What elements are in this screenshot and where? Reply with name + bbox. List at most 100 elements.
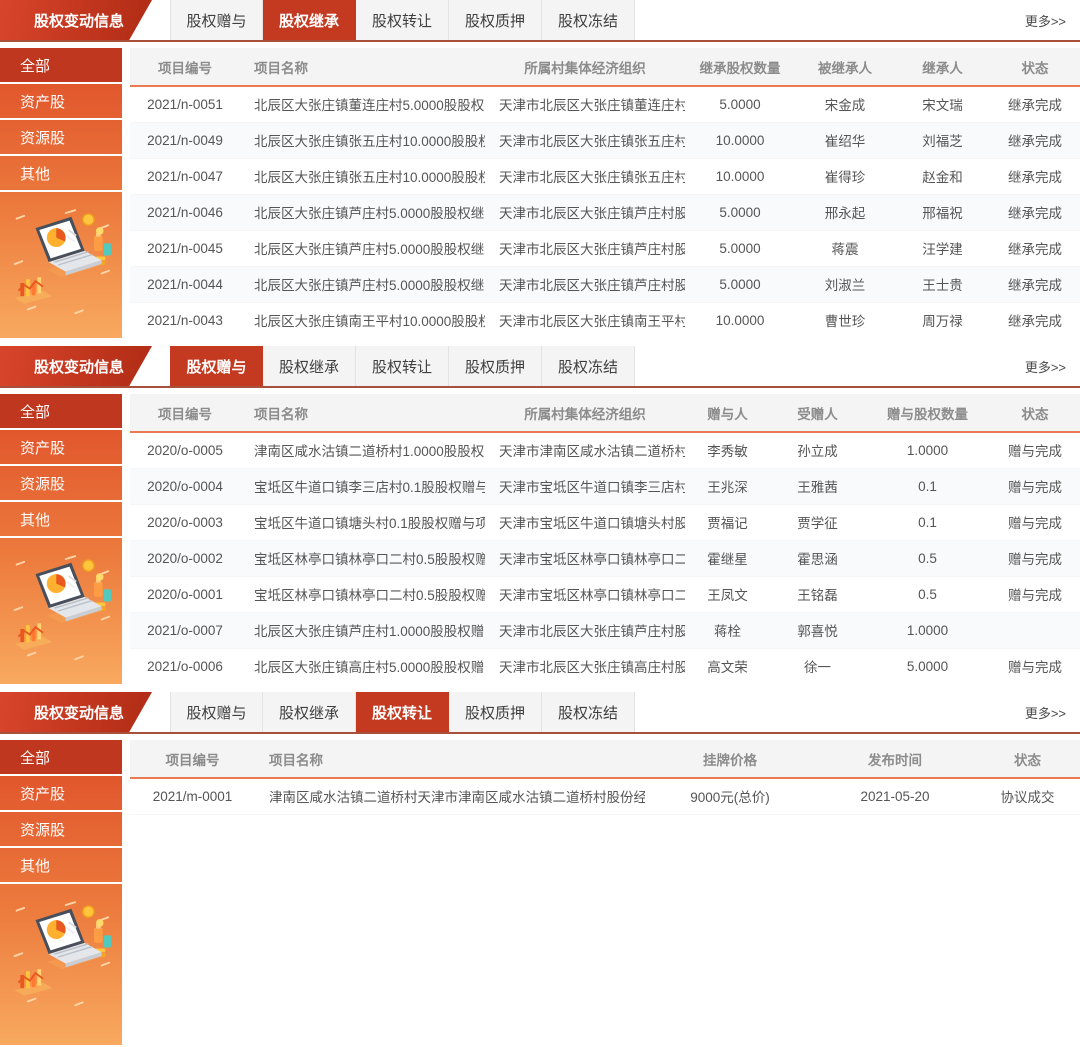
table-row[interactable]: 2021/n-0049北辰区大张庄镇张五庄村10.0000股股权继...天津市北… <box>130 122 1080 158</box>
tab-freeze[interactable]: 股权冻结 <box>542 692 635 732</box>
table-cell: 赠与完成 <box>990 576 1080 612</box>
table-cell: 汪学建 <box>895 230 990 266</box>
table-cell: 徐一 <box>770 648 865 684</box>
table-cell <box>990 612 1080 648</box>
table-row[interactable]: 2021/n-0047北辰区大张庄镇张五庄村10.0000股股权继...天津市北… <box>130 158 1080 194</box>
tab-inherit[interactable]: 股权继承 <box>263 0 356 40</box>
table-cell: 邢永起 <box>795 194 895 230</box>
column-header: 赠与股权数量 <box>865 394 990 432</box>
equity-change-section-transfer: 股权变动信息 股权赠与股权继承股权转让股权质押股权冻结 更多>> 全部资产股资源… <box>0 692 1080 1045</box>
table-row[interactable]: 2021/o-0006北辰区大张庄镇高庄村5.0000股股权赠与...天津市北辰… <box>130 648 1080 684</box>
table-row[interactable]: 2021/n-0046北辰区大张庄镇芦庄村5.0000股股权继承...天津市北辰… <box>130 194 1080 230</box>
column-header: 项目编号 <box>130 394 240 432</box>
tab-transfer[interactable]: 股权转让 <box>356 346 449 386</box>
table-cell: 王铭磊 <box>770 576 865 612</box>
table-cell: 0.1 <box>865 504 990 540</box>
table-cell: 北辰区大张庄镇董连庄村5.0000股股权继... <box>240 86 485 122</box>
sidebar-item-all[interactable]: 全部 <box>0 394 122 430</box>
section-ribbon: 股权变动信息 <box>0 692 152 732</box>
table-cell: 0.5 <box>865 576 990 612</box>
table-cell: 1.0000 <box>865 432 990 468</box>
tab-gift[interactable]: 股权赠与 <box>170 692 263 732</box>
section-ribbon-label: 股权变动信息 <box>34 702 124 723</box>
table-cell: 2020/o-0004 <box>130 468 240 504</box>
table-cell: 继承完成 <box>990 122 1080 158</box>
records-table: 项目编号项目名称所属村集体经济组织继承股权数量被继承人继承人状态 2021/n-… <box>130 48 1080 338</box>
table-cell: 赠与完成 <box>990 468 1080 504</box>
sidebar-item-other[interactable]: 其他 <box>0 848 122 884</box>
table-row[interactable]: 2021/n-0043北辰区大张庄镇南王平村10.0000股股权继...天津市北… <box>130 302 1080 338</box>
table-cell: 宝坻区林亭口镇林亭口二村0.5股股权赠与... <box>240 540 485 576</box>
section-header: 股权变动信息 股权赠与股权继承股权转让股权质押股权冻结 更多>> <box>0 346 1080 388</box>
sidebar-item-asset[interactable]: 资产股 <box>0 776 122 812</box>
table-cell: 津南区咸水沽镇二道桥村天津市津南区咸水沽镇二道桥村股份经... <box>255 778 645 814</box>
sidebar-item-resource[interactable]: 资源股 <box>0 120 122 156</box>
table-cell: 2021/n-0045 <box>130 230 240 266</box>
tab-freeze[interactable]: 股权冻结 <box>542 346 635 386</box>
table-row[interactable]: 2021/m-0001津南区咸水沽镇二道桥村天津市津南区咸水沽镇二道桥村股份经.… <box>130 778 1080 814</box>
tab-inherit[interactable]: 股权继承 <box>263 692 356 732</box>
sidebar-item-all[interactable]: 全部 <box>0 48 122 84</box>
section-ribbon-label: 股权变动信息 <box>34 356 124 377</box>
table-row[interactable]: 2021/n-0045北辰区大张庄镇芦庄村5.0000股股权继承...天津市北辰… <box>130 230 1080 266</box>
section-ribbon: 股权变动信息 <box>0 0 152 40</box>
table-row[interactable]: 2020/o-0001宝坻区林亭口镇林亭口二村0.5股股权赠与...天津市宝坻区… <box>130 576 1080 612</box>
tab-pledge[interactable]: 股权质押 <box>449 0 542 40</box>
table-header-row: 项目编号项目名称所属村集体经济组织赠与人受赠人赠与股权数量状态 <box>130 394 1080 432</box>
more-link[interactable]: 更多>> <box>1025 346 1080 386</box>
table-cell: 天津市北辰区大张庄镇高庄村股份... <box>485 648 685 684</box>
table-cell: 继承完成 <box>990 266 1080 302</box>
column-header: 所属村集体经济组织 <box>485 394 685 432</box>
table-cell: 蒋震 <box>795 230 895 266</box>
table-cell: 北辰区大张庄镇芦庄村5.0000股股权继承... <box>240 194 485 230</box>
more-link[interactable]: 更多>> <box>1025 692 1080 732</box>
more-link[interactable]: 更多>> <box>1025 0 1080 40</box>
table-cell: 贾学征 <box>770 504 865 540</box>
column-header: 状态 <box>990 394 1080 432</box>
table-cell: 曹世珍 <box>795 302 895 338</box>
table-cell: 天津市津南区咸水沽镇二道桥村股... <box>485 432 685 468</box>
table-row[interactable]: 2021/n-0044北辰区大张庄镇芦庄村5.0000股股权继承...天津市北辰… <box>130 266 1080 302</box>
tab-transfer[interactable]: 股权转让 <box>356 0 449 40</box>
table-row[interactable]: 2020/o-0003宝坻区牛道口镇塘头村0.1股股权赠与项目天津市宝坻区牛道口… <box>130 504 1080 540</box>
table-cell: 2021/n-0049 <box>130 122 240 158</box>
column-header: 被继承人 <box>795 48 895 86</box>
records-table: 项目编号项目名称所属村集体经济组织赠与人受赠人赠与股权数量状态 2020/o-0… <box>130 394 1080 684</box>
table-cell: 天津市北辰区大张庄镇芦庄村股份... <box>485 612 685 648</box>
column-header: 状态 <box>975 740 1080 778</box>
column-header: 受赠人 <box>770 394 865 432</box>
table-cell: 继承完成 <box>990 86 1080 122</box>
sidebar-item-asset[interactable]: 资产股 <box>0 84 122 120</box>
tab-pledge[interactable]: 股权质押 <box>449 346 542 386</box>
table-cell: 继承完成 <box>990 230 1080 266</box>
sidebar-item-other[interactable]: 其他 <box>0 156 122 192</box>
section-ribbon-label: 股权变动信息 <box>34 10 124 31</box>
column-header: 发布时间 <box>815 740 975 778</box>
table-row[interactable]: 2020/o-0005津南区咸水沽镇二道桥村1.0000股股权赠...天津市津南… <box>130 432 1080 468</box>
tab-gift[interactable]: 股权赠与 <box>170 0 263 40</box>
table-cell: 赠与完成 <box>990 648 1080 684</box>
section-body: 全部资产股资源股其他 <box>0 48 1080 338</box>
sidebar-item-other[interactable]: 其他 <box>0 502 122 538</box>
tab-gift[interactable]: 股权赠与 <box>170 346 263 386</box>
finance-illustration <box>9 896 113 1023</box>
table-cell: 赠与完成 <box>990 540 1080 576</box>
sidebar-item-all[interactable]: 全部 <box>0 740 122 776</box>
sidebar-item-resource[interactable]: 资源股 <box>0 812 122 848</box>
category-list: 全部资产股资源股其他 <box>0 48 122 192</box>
table-cell: 5.0000 <box>685 194 795 230</box>
table-row[interactable]: 2021/n-0051北辰区大张庄镇董连庄村5.0000股股权继...天津市北辰… <box>130 86 1080 122</box>
table-cell: 津南区咸水沽镇二道桥村1.0000股股权赠... <box>240 432 485 468</box>
sidebar-item-asset[interactable]: 资产股 <box>0 430 122 466</box>
table-row[interactable]: 2021/o-0007北辰区大张庄镇芦庄村1.0000股股权赠与...天津市北辰… <box>130 612 1080 648</box>
equity-change-page: 股权变动信息 股权赠与股权继承股权转让股权质押股权冻结 更多>> 全部资产股资源… <box>0 0 1080 1045</box>
tab-inherit[interactable]: 股权继承 <box>263 346 356 386</box>
tab-transfer[interactable]: 股权转让 <box>356 692 449 732</box>
tab-freeze[interactable]: 股权冻结 <box>542 0 635 40</box>
tab-pledge[interactable]: 股权质押 <box>449 692 542 732</box>
table-cell: 北辰区大张庄镇张五庄村10.0000股股权继... <box>240 122 485 158</box>
sidebar-item-resource[interactable]: 资源股 <box>0 466 122 502</box>
table-row[interactable]: 2020/o-0004宝坻区牛道口镇李三店村0.1股股权赠与项目天津市宝坻区牛道… <box>130 468 1080 504</box>
table-cell: 2020/o-0005 <box>130 432 240 468</box>
table-row[interactable]: 2020/o-0002宝坻区林亭口镇林亭口二村0.5股股权赠与...天津市宝坻区… <box>130 540 1080 576</box>
